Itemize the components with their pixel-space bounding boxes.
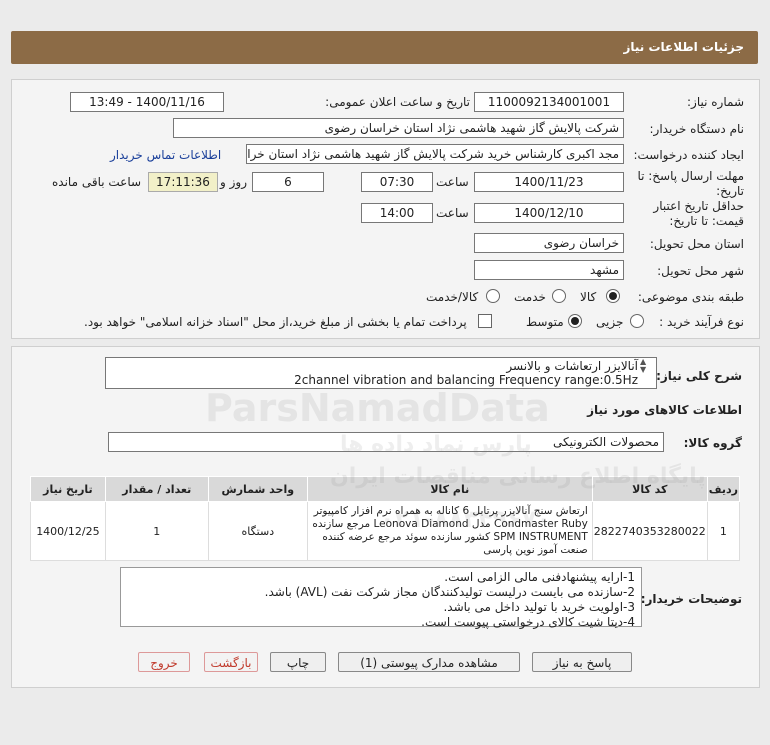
city-label: شهر محل تحویل: [657, 264, 744, 278]
row-code: 2822740353280022 [591, 501, 708, 561]
deadline-label: مهلت ارسال پاسخ: تا تاریخ: [637, 169, 744, 198]
summary-field: آنالایزر ارتعاشات و بالانسر 2channel vib… [105, 357, 657, 389]
scroll-arrows-icon[interactable]: ▲ ▼ [640, 358, 646, 374]
validity-date-field: 1400/12/10 [474, 203, 624, 223]
days-field: 6 [252, 172, 324, 192]
purchase-radio-medium[interactable] [568, 314, 582, 328]
buyer-label: نام دستگاه خریدار: [649, 122, 745, 136]
validity-label: حداقل تاریخ اعتبار قیمت: تا تاریخ: [653, 199, 744, 228]
row-qty: 1 [104, 501, 209, 561]
goods-group-field: محصولات الکترونیکی [108, 432, 664, 452]
creator-field: مجد اکبری کارشناس خرید شرکت پالایش گاز ش… [246, 144, 624, 164]
remaining-label: ساعت باقی مانده [52, 175, 142, 189]
row-name: ارتعاش سنج آنالایزر پرتابل 6 کاناله به ه… [306, 501, 593, 561]
note-line: 2-سازنده می بایست درلیست تولیدکنندگان مج… [264, 585, 635, 599]
notes-field: 1-ارایه پیشنهادفنی مالی الزامی است. 2-سا… [120, 567, 642, 629]
purchase-type-label: نوع فرآیند خرید : [659, 315, 744, 329]
category-option-goods: کالا [580, 290, 597, 304]
province-label: استان محل تحویل: [649, 237, 744, 251]
back-button[interactable]: بازگشت [204, 652, 258, 672]
category-label: طبقه بندی موضوعی: [637, 290, 744, 304]
page-header: جزئیات اطلاعات نیاز [11, 31, 758, 64]
announce-label: تاریخ و ساعت اعلان عمومی: [325, 95, 470, 109]
announce-datetime-field: 1400/11/16 - 13:49 [70, 92, 224, 112]
deadline-date-field: 1400/11/23 [474, 172, 624, 192]
col-date: تاریخ نیاز [30, 476, 106, 502]
col-unit: واحد شمارش [207, 476, 308, 502]
row-date: 1400/12/25 [30, 501, 106, 561]
col-index: ردیف [706, 476, 741, 502]
category-option-service: خدمت [514, 290, 546, 304]
deadline-time-label: ساعت [436, 175, 469, 189]
note-line: 1-ارایه پیشنهادفنی مالی الزامی است. [444, 570, 635, 584]
need-number-field: 1100092134001001 [474, 92, 624, 112]
treasury-note: پرداخت تمام یا بخشی از مبلغ خرید،از محل … [84, 315, 467, 329]
col-qty: تعداد / مقدار [104, 476, 209, 502]
row-unit: دستگاه [207, 501, 308, 561]
row-index: 1 [706, 501, 741, 561]
purchase-option-minor: جزیی [596, 315, 624, 329]
city-field: مشهد [474, 260, 624, 280]
note-line: 3-اولویت خرید با تولید داخل می باشد. [443, 600, 635, 614]
deadline-time-field: 07:30 [361, 172, 433, 192]
view-attachments-button[interactable]: مشاهده مدارک پیوستی (1) [338, 652, 520, 672]
province-field: خراسان رضوی [474, 233, 624, 253]
reply-button[interactable]: پاسخ به نیاز [532, 652, 632, 672]
col-code: کد کالا [591, 476, 708, 502]
category-radio-goods-service[interactable] [486, 289, 500, 303]
treasury-checkbox[interactable] [478, 314, 492, 328]
summary-label: شرح کلی نیاز: [656, 369, 742, 383]
buyer-contact-link[interactable]: اطلاعات تماس خریدار [110, 148, 221, 162]
goods-group-label: گروه کالا: [683, 436, 742, 450]
summary-line-1: آنالایزر ارتعاشات و بالانسر [506, 359, 638, 373]
notes-label: توضیحات خریدار: [640, 592, 742, 606]
validity-time-field: 14:00 [361, 203, 433, 223]
creator-label: ایجاد کننده درخواست: [633, 148, 744, 162]
category-radio-goods[interactable] [606, 289, 620, 303]
goods-table-header: ردیف کد کالا نام کالا واحد شمارش تعداد /… [30, 476, 741, 502]
summary-line-2: 2channel vibration and balancing Frequen… [294, 373, 638, 387]
table-row[interactable]: 1 2822740353280022 ارتعاش سنج آنالایزر پ… [30, 501, 741, 561]
days-label: روز و [220, 175, 247, 189]
print-button[interactable]: چاپ [270, 652, 326, 672]
col-name: نام کالا [306, 476, 593, 502]
category-option-goods-service: کالا/خدمت [426, 290, 479, 304]
exit-button[interactable]: خروج [138, 652, 190, 672]
goods-section-title: اطلاعات کالاهای مورد نیاز [587, 403, 742, 417]
validity-time-label: ساعت [436, 206, 469, 220]
remaining-time-field: 17:11:36 [148, 172, 218, 192]
category-radio-service[interactable] [552, 289, 566, 303]
buyer-field: شرکت پالایش گاز شهید هاشمی نژاد استان خر… [173, 118, 624, 138]
page-title: جزئیات اطلاعات نیاز [623, 40, 744, 54]
note-line: 4-دیتا شیت کالای درخواستی پیوست است. [421, 615, 635, 629]
goods-table: ردیف کد کالا نام کالا واحد شمارش تعداد /… [30, 476, 741, 561]
need-number-label: شماره نیاز: [687, 95, 744, 109]
purchase-option-medium: متوسط [526, 315, 564, 329]
purchase-radio-minor[interactable] [630, 314, 644, 328]
